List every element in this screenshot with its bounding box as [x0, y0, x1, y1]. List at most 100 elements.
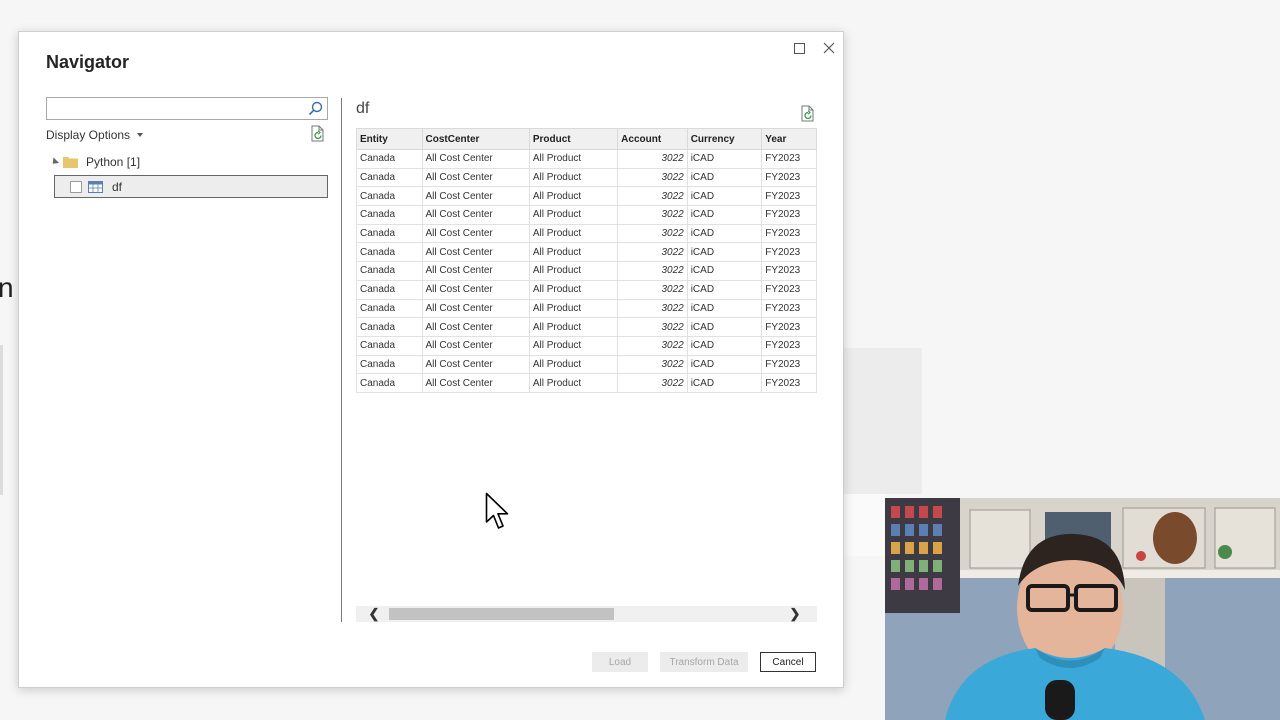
table-cell: All Cost Center: [421, 149, 530, 169]
table-cell: All Product: [528, 167, 619, 188]
df-checkbox[interactable]: [70, 180, 82, 193]
table-cell: All Product: [528, 373, 619, 393]
table-cell: All Cost Center: [421, 335, 530, 356]
table-cell: All Cost Center: [421, 186, 530, 207]
tree-folder-python[interactable]: Python [1]: [49, 155, 141, 169]
table-row: Canada All Cost Center All Product 3022 iCAD…: [356, 298, 817, 319]
table-cell: Canada: [356, 149, 423, 169]
webcam-overlay: [885, 498, 1280, 720]
table-cell: FY2023: [761, 223, 817, 244]
presenter-video-image: [885, 498, 1280, 720]
refresh-document-icon: [311, 125, 324, 142]
column-header[interactable]: CostCenter: [421, 128, 530, 150]
horizontal-scrollbar[interactable]: ❮ ❯: [356, 606, 817, 622]
table-cell: FY2023: [761, 279, 817, 300]
scrollbar-thumb[interactable]: [389, 608, 614, 620]
column-header[interactable]: Currency: [686, 128, 763, 150]
navigator-dialog: Navigator Display Options Python [1] df …: [18, 31, 844, 688]
table-cell: FY2023: [761, 354, 817, 375]
column-header[interactable]: Product: [528, 128, 619, 150]
table-cell: 3022: [617, 223, 688, 244]
search-icon[interactable]: [307, 100, 324, 117]
table-cell: FY2023: [761, 298, 817, 319]
table-cell: Canada: [356, 186, 423, 207]
load-button[interactable]: Load: [592, 652, 648, 672]
table-cell: All Cost Center: [421, 317, 530, 337]
preview-table-container: Entity CostCenter Product Account Curren…: [356, 128, 817, 406]
table-cell: All Product: [528, 335, 619, 356]
table-cell: iCAD: [686, 317, 763, 337]
table-cell: FY2023: [761, 167, 817, 188]
tree-item-df[interactable]: df: [54, 175, 328, 198]
tree-item-label: df: [112, 179, 123, 194]
column-header[interactable]: Account: [617, 128, 688, 150]
table-cell: 3022: [617, 242, 688, 263]
pane-divider[interactable]: [341, 98, 342, 622]
table-cell: All Cost Center: [421, 298, 530, 319]
table-cell: FY2023: [761, 373, 817, 393]
table-cell: Canada: [356, 279, 423, 300]
table-cell: 3022: [617, 279, 688, 300]
table-cell: Canada: [356, 261, 423, 281]
background-card-lower: [842, 494, 886, 556]
table-cell: 3022: [617, 149, 688, 169]
table-cell: All Product: [528, 298, 619, 319]
table-header-row: Entity CostCenter Product Account Curren…: [356, 128, 817, 150]
table-cell: 3022: [617, 317, 688, 337]
display-options-dropdown[interactable]: Display Options: [46, 128, 144, 142]
search-input[interactable]: [46, 97, 328, 120]
table-cell: Canada: [356, 354, 423, 375]
table-cell: iCAD: [686, 298, 763, 319]
refresh-document-icon: [801, 105, 814, 122]
table-cell: 3022: [617, 335, 688, 356]
scroll-left-icon[interactable]: ❮: [366, 606, 382, 622]
table-icon: [88, 180, 103, 193]
table-cell: Canada: [356, 242, 423, 263]
table-cell: iCAD: [686, 167, 763, 188]
table-cell: FY2023: [761, 242, 817, 263]
table-cell: All Product: [528, 223, 619, 244]
table-cell: iCAD: [686, 186, 763, 207]
preview-title: df: [356, 100, 370, 117]
table-cell: FY2023: [761, 317, 817, 337]
table-cell: FY2023: [761, 335, 817, 356]
table-cell: 3022: [617, 261, 688, 281]
table-row: Canada All Cost Center All Product 3022 iCAD…: [356, 167, 817, 188]
table-cell: iCAD: [686, 242, 763, 263]
table-cell: All Cost Center: [421, 279, 530, 300]
table-cell: All Cost Center: [421, 242, 530, 263]
table-row: Canada All Cost Center All Product 3022 iCAD…: [356, 149, 817, 169]
display-options-label: Display Options: [46, 128, 131, 142]
expand-triangle-icon[interactable]: [49, 157, 60, 167]
refresh-button[interactable]: [310, 125, 326, 147]
table-row: Canada All Cost Center All Product 3022 iCAD…: [356, 335, 817, 356]
column-header[interactable]: Year: [761, 128, 817, 150]
table-cell: Canada: [356, 335, 423, 356]
maximize-button[interactable]: [789, 38, 809, 58]
table-cell: All Cost Center: [421, 354, 530, 375]
cancel-button[interactable]: Cancel: [760, 652, 816, 672]
background-strip: [0, 345, 3, 495]
background-card: [842, 348, 922, 494]
tree-folder-label: Python [1]: [86, 155, 141, 169]
column-header[interactable]: Entity: [356, 128, 423, 150]
background-partial-text: n: [0, 272, 14, 303]
table-cell: iCAD: [686, 149, 763, 169]
table-row: Canada All Cost Center All Product 3022 iCAD…: [356, 186, 817, 207]
table-row: Canada All Cost Center All Product 3022 iCAD…: [356, 279, 817, 300]
close-button[interactable]: [819, 38, 839, 58]
table-cell: All Cost Center: [421, 223, 530, 244]
preview-refresh-button[interactable]: [800, 105, 816, 127]
table-cell: iCAD: [686, 335, 763, 356]
scroll-right-icon[interactable]: ❯: [787, 606, 803, 622]
table-row: Canada All Cost Center All Product 3022 iCAD…: [356, 242, 817, 263]
table-cell: All Product: [528, 149, 619, 169]
close-icon: [823, 42, 835, 54]
table-cell: FY2023: [761, 149, 817, 169]
table-cell: Canada: [356, 205, 423, 225]
table-cell: Canada: [356, 298, 423, 319]
table-cell: iCAD: [686, 223, 763, 244]
transform-data-button[interactable]: Transform Data: [660, 652, 748, 672]
table-cell: 3022: [617, 298, 688, 319]
table-cell: iCAD: [686, 354, 763, 375]
